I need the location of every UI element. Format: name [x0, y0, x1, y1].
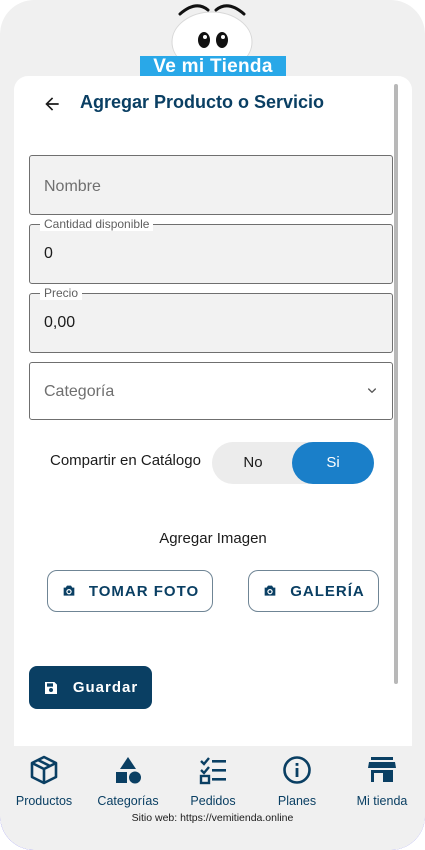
scrollbar[interactable] [394, 84, 398, 684]
page-header: Agregar Producto o Servicio [14, 76, 412, 132]
add-image-label: Agregar Imagen [159, 530, 267, 547]
categoria-placeholder: Categoría [44, 383, 115, 400]
save-button[interactable]: Guardar [29, 666, 152, 709]
save-icon [44, 681, 57, 694]
cantidad-value: 0 [44, 245, 53, 262]
shapes-icon [116, 757, 141, 784]
share-toggle: No Si [212, 442, 374, 484]
arrow-left-icon [45, 97, 59, 111]
page-title: Agregar Producto o Servicio [80, 92, 325, 112]
mascot-logo [171, 4, 253, 60]
back-button[interactable] [38, 90, 66, 118]
nav-item-pedidos[interactable]: Pedidos [171, 754, 255, 808]
store-icon [368, 757, 396, 782]
precio-label: Precio [40, 286, 83, 300]
save-label: Guardar [72, 679, 139, 696]
nav-label-mi-tienda: Mi tienda [356, 794, 408, 808]
nav-label-productos: Productos [15, 794, 73, 808]
nombre-placeholder: Nombre [44, 178, 101, 195]
cantidad-field[interactable]: Cantidad disponible 0 [29, 217, 393, 284]
take-photo-label: TOMAR FOTO [88, 582, 200, 600]
precio-value: 0,00 [44, 314, 76, 331]
camera-icon [264, 585, 276, 596]
categoria-select[interactable]: Categoría [29, 362, 393, 420]
nombre-field[interactable]: Nombre [29, 155, 393, 215]
share-option-no[interactable]: No [212, 442, 294, 484]
nav-label-categorias: Categorías [97, 794, 159, 808]
gallery-label: GALERÍA [290, 582, 365, 600]
nav-item-categorias[interactable]: Categorías [86, 754, 170, 808]
brand-name: Ve mi Tienda [140, 56, 286, 78]
nav-item-planes[interactable]: Planes [255, 754, 339, 808]
nav-item-productos[interactable]: Productos [2, 754, 86, 808]
nav-label-planes: Planes [277, 794, 317, 808]
share-label: Compartir en Catálogo [50, 452, 201, 469]
checklist-icon [199, 757, 226, 785]
nav-label-pedidos: Pedidos [190, 794, 236, 808]
gallery-button[interactable]: GALERÍA [248, 570, 379, 612]
info-icon [283, 756, 311, 784]
phone-frame: Ve mi Tienda Agregar Producto o Servicio… [0, 0, 425, 850]
chevron-down-icon [368, 388, 376, 393]
take-photo-button[interactable]: TOMAR FOTO [47, 570, 213, 612]
nav-item-mi-tienda[interactable]: Mi tienda [340, 754, 424, 808]
precio-field[interactable]: Precio 0,00 [29, 286, 393, 353]
cantidad-label: Cantidad disponible [40, 217, 154, 231]
share-option-si[interactable]: Si [292, 442, 374, 484]
app-screen: Ve mi Tienda Agregar Producto o Servicio… [0, 0, 425, 850]
box-icon [30, 755, 58, 785]
form-card: Agregar Producto o Servicio Nombre Canti… [14, 76, 412, 746]
camera-icon [63, 585, 75, 596]
website-text: Sitio web: https://vemitienda.online [131, 812, 294, 824]
